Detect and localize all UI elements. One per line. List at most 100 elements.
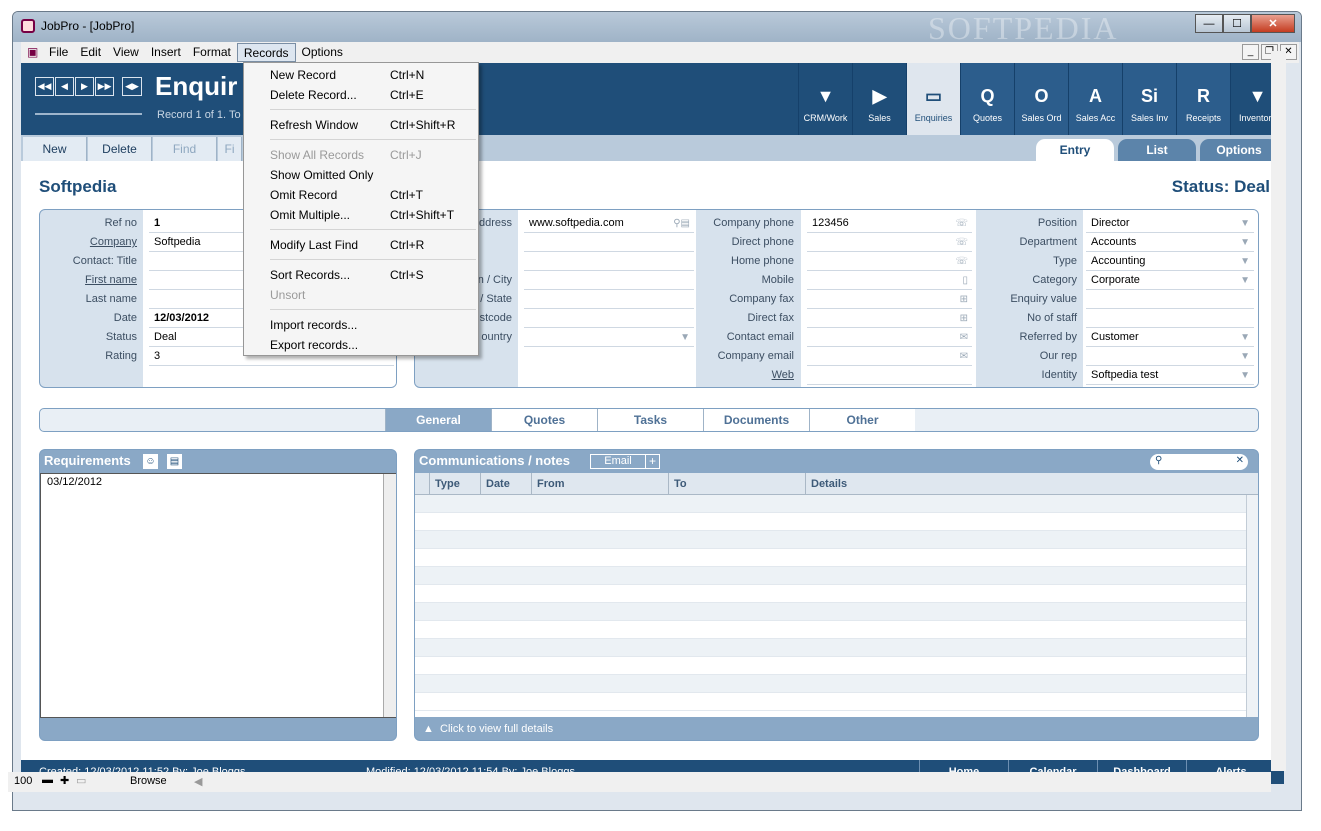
phone-icon[interactable]: ☏ <box>955 214 968 233</box>
delete-button[interactable]: Delete <box>88 137 152 161</box>
field-contact-email[interactable]: ✉ <box>807 328 972 347</box>
field-label[interactable]: First name <box>40 271 137 290</box>
next-record-button[interactable]: ▶ <box>75 77 94 96</box>
col-to[interactable]: To <box>668 473 805 495</box>
table-row[interactable] <box>415 639 1246 657</box>
field-ddress[interactable]: www.softpedia.com ⚲▤ <box>524 214 694 233</box>
menu-options[interactable]: Options <box>296 43 349 62</box>
field-ountry[interactable]: ▼ <box>524 328 694 347</box>
field-department[interactable]: Accounts ▼ <box>1086 233 1254 252</box>
menu-edit[interactable]: Edit <box>74 43 107 62</box>
mobile-icon[interactable]: ▯ <box>962 271 968 290</box>
field-stcode[interactable] <box>524 309 694 328</box>
menu-item-sort-records[interactable]: Sort Records... Ctrl+S <box>244 265 478 285</box>
field-direct-phone[interactable]: ☏ <box>807 233 972 252</box>
table-row[interactable] <box>415 603 1246 621</box>
field-type[interactable]: Accounting ▼ <box>1086 252 1254 271</box>
email-icon[interactable]: ✉ <box>960 347 968 366</box>
table-row[interactable] <box>415 567 1246 585</box>
field-company-email[interactable]: ✉ <box>807 347 972 366</box>
menu-format[interactable]: Format <box>187 43 237 62</box>
fax-icon[interactable]: ⊞ <box>960 309 968 328</box>
table-row[interactable] <box>415 531 1246 549</box>
tab-quotes[interactable]: Quotes <box>491 409 597 431</box>
menu-item-show-all-records[interactable]: Show All Records Ctrl+J <box>244 145 478 165</box>
field-company-fax[interactable]: ⊞ <box>807 290 972 309</box>
zoom-out-icon[interactable]: ▬ <box>42 774 53 786</box>
table-row[interactable] <box>415 621 1246 639</box>
menu-item-omit-record[interactable]: Omit Record Ctrl+T <box>244 185 478 205</box>
table-row[interactable] <box>415 513 1246 531</box>
field-enquiry-value[interactable] <box>1086 290 1254 309</box>
field-category[interactable]: Corporate ▼ <box>1086 271 1254 290</box>
chevron-down-icon[interactable]: ▼ <box>1240 347 1250 366</box>
module-sales[interactable]: ▶ Sales <box>852 63 906 135</box>
first-record-button[interactable]: ◀◀ <box>35 77 54 96</box>
mdi-minimize-button[interactable]: _ <box>1242 44 1259 60</box>
module-enquiries[interactable]: ▭ Enquiries <box>906 63 960 135</box>
field-our-rep[interactable]: ▼ <box>1086 347 1254 366</box>
table-row[interactable] <box>415 675 1246 693</box>
field-no-of-staff[interactable] <box>1086 309 1254 328</box>
menu-item-omit-multiple[interactable]: Omit Multiple... Ctrl+Shift+T <box>244 205 478 225</box>
menu-item-new-record[interactable]: New Record Ctrl+N <box>244 65 478 85</box>
field-label[interactable]: Web <box>697 366 794 385</box>
module-sales-inv[interactable]: Si Sales Inv <box>1122 63 1176 135</box>
maximize-button[interactable]: ☐ <box>1223 14 1251 33</box>
menu-item-modify-last-find[interactable]: Modify Last Find Ctrl+R <box>244 235 478 255</box>
toggle-icon[interactable]: ▭ <box>76 774 86 787</box>
chevron-down-icon[interactable]: ▼ <box>1240 214 1250 233</box>
field-direct-fax[interactable]: ⊞ <box>807 309 972 328</box>
clear-icon[interactable]: ✕ <box>1236 455 1244 466</box>
menu-records[interactable]: Records <box>236 43 296 62</box>
tab-other[interactable]: Other <box>809 409 915 431</box>
chevron-down-icon[interactable]: ▼ <box>1240 233 1250 252</box>
menu-file[interactable]: File <box>43 43 74 62</box>
chevron-down-icon[interactable]: ▼ <box>680 328 690 347</box>
field-web[interactable] <box>807 366 972 385</box>
record-jump-button[interactable]: ◀▶ <box>122 77 142 96</box>
menu-item-show-omitted-only[interactable]: Show Omitted Only <box>244 165 478 185</box>
field-blank[interactable] <box>524 252 694 271</box>
table-row[interactable] <box>415 549 1246 567</box>
tab-list[interactable]: List <box>1118 139 1196 161</box>
phone-icon[interactable]: ☏ <box>955 233 968 252</box>
last-record-button[interactable]: ▶▶ <box>95 77 114 96</box>
grid-scrollbar[interactable] <box>1246 495 1258 717</box>
find-button[interactable]: Find <box>153 137 217 161</box>
fax-icon[interactable]: ⊞ <box>960 290 968 309</box>
tab-general[interactable]: General <box>385 409 491 431</box>
chevron-down-icon[interactable]: ▼ <box>1240 328 1250 347</box>
field-referred-by[interactable]: Customer ▼ <box>1086 328 1254 347</box>
new-button[interactable]: New <box>23 137 87 161</box>
map-icon[interactable]: ⚲▤ <box>673 214 690 233</box>
field-mobile[interactable]: ▯ <box>807 271 972 290</box>
find-next-button[interactable]: Fi <box>218 137 242 161</box>
field-home-phone[interactable]: ☏ <box>807 252 972 271</box>
module-receipts[interactable]: R Receipts <box>1176 63 1230 135</box>
tab-documents[interactable]: Documents <box>703 409 809 431</box>
print-icon[interactable]: ▤ <box>167 454 182 469</box>
tab-options[interactable]: Options <box>1200 139 1278 161</box>
chevron-down-icon[interactable]: ▼ <box>1240 252 1250 271</box>
tab-tasks[interactable]: Tasks <box>597 409 703 431</box>
chevron-down-icon[interactable]: ▼ <box>1240 271 1250 290</box>
search-input[interactable]: ⚲ ✕ <box>1150 454 1248 470</box>
module-quotes[interactable]: Q Quotes <box>960 63 1014 135</box>
menu-item-delete-record[interactable]: Delete Record... Ctrl+E <box>244 85 478 105</box>
menu-item-export-records[interactable]: Export records... <box>244 335 478 355</box>
col-from[interactable]: From <box>531 473 668 495</box>
table-row[interactable] <box>415 657 1246 675</box>
app-icon[interactable] <box>21 19 35 33</box>
field-position[interactable]: Director ▼ <box>1086 214 1254 233</box>
col-date[interactable]: Date <box>480 473 531 495</box>
menu-item-import-records[interactable]: Import records... <box>244 315 478 335</box>
field-label[interactable]: Company <box>40 233 137 252</box>
menu-item-refresh-window[interactable]: Refresh Window Ctrl+Shift+R <box>244 115 478 135</box>
module-sales-ord[interactable]: O Sales Ord <box>1014 63 1068 135</box>
module-crm-work[interactable]: ▼ CRM/Work <box>798 63 852 135</box>
field-blank[interactable] <box>524 233 694 252</box>
table-row[interactable] <box>415 495 1246 513</box>
scroll-left-icon[interactable]: ◀ <box>194 775 202 788</box>
minimize-button[interactable]: — <box>1195 14 1223 33</box>
